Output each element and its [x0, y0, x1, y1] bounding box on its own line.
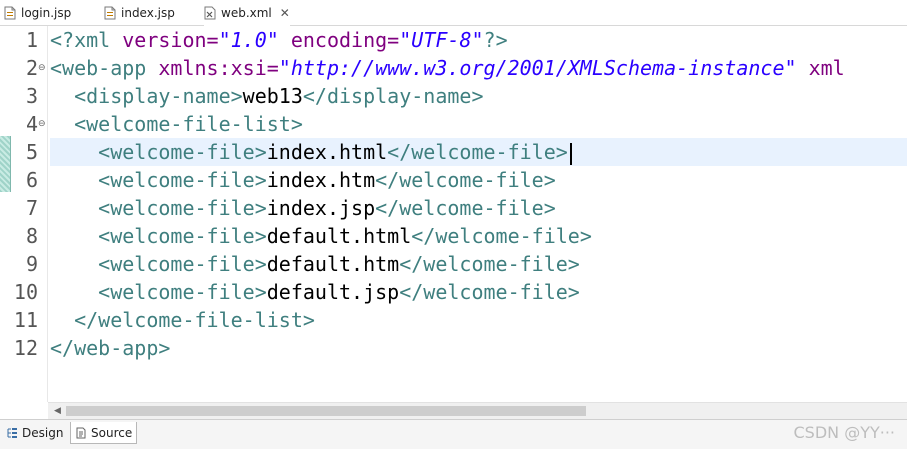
- code-token: "1.0": [218, 28, 279, 52]
- watermark: CSDN @YY···: [793, 423, 895, 442]
- tab-web-xml[interactable]: web.xml ✕: [204, 0, 290, 26]
- code-token: </welcome-file>: [375, 168, 556, 192]
- fold-toggle-icon[interactable]: ⊖: [38, 119, 46, 129]
- code-token: <welcome-file>: [50, 140, 267, 164]
- line-number: 3: [25, 84, 38, 108]
- code-line[interactable]: <web-app xmlns:xsi="http://www.w3.org/20…: [50, 54, 907, 82]
- code-line[interactable]: <welcome-file>index.htm</welcome-file>: [50, 166, 907, 194]
- code-token: "UTF-8": [399, 28, 484, 52]
- code-token: </welcome-file>: [399, 280, 580, 304]
- code-area[interactable]: <?xml version="1.0" encoding="UTF-8"?> <w…: [50, 26, 907, 402]
- tab-design[interactable]: Design: [2, 422, 67, 444]
- code-line[interactable]: </welcome-file-list>: [50, 306, 907, 334]
- code-line[interactable]: <welcome-file-list>: [50, 110, 907, 138]
- xml-source-editor[interactable]: 1 2 ⊖ 3 4 ⊖ 5 6 7 8 9 10 11 12 <?xml version="1.0" en…: [0, 26, 907, 402]
- line-number: 2: [25, 56, 38, 80]
- line-number: 4: [25, 112, 38, 136]
- tab-label: Source: [91, 425, 133, 440]
- code-token: xml: [74, 28, 111, 52]
- code-token: encoding=: [278, 28, 400, 52]
- line-number: 11: [13, 308, 38, 332]
- design-view-icon: [6, 427, 18, 439]
- close-icon[interactable]: ✕: [280, 6, 290, 20]
- code-token: <welcome-file>: [50, 224, 267, 248]
- code-token: index.jsp: [266, 196, 376, 220]
- tab-label: login.jsp: [21, 6, 72, 20]
- tab-label: index.jsp: [121, 6, 175, 20]
- code-line[interactable]: <welcome-file>default.htm</welcome-file>: [50, 250, 907, 278]
- editor-mode-tabs: Design Source CSDN @YY···: [0, 419, 907, 449]
- code-token: <display-name>: [50, 84, 243, 108]
- code-token: default.htm: [266, 252, 400, 276]
- line-number: 7: [25, 196, 38, 220]
- code-token: <web-app: [50, 56, 147, 80]
- code-line[interactable]: </web-app>: [50, 334, 907, 362]
- line-number: 6: [25, 168, 38, 192]
- code-line[interactable]: <display-name>web13</display-name>: [50, 82, 907, 110]
- code-token: </welcome-file>: [399, 252, 580, 276]
- code-token: </welcome-file>: [375, 196, 556, 220]
- code-token: default.html: [266, 224, 412, 248]
- jsp-file-icon: [104, 6, 116, 20]
- line-number: 10: [13, 280, 38, 304]
- editor-tab-bar: login.jsp index.jsp web.xml ✕: [0, 0, 907, 26]
- xml-file-icon: [204, 6, 216, 20]
- code-token: </welcome-file>: [411, 224, 592, 248]
- code-token: "http://www.w3.org/2001/XMLSchema-instan…: [278, 56, 797, 80]
- code-token: xml: [796, 56, 845, 80]
- code-line[interactable]: <welcome-file>default.html</welcome-file…: [50, 222, 907, 250]
- tab-label: web.xml: [221, 6, 272, 20]
- jsp-file-icon: [4, 6, 16, 20]
- code-line[interactable]: <?xml version="1.0" encoding="UTF-8"?>: [50, 26, 907, 54]
- code-token: <welcome-file>: [50, 196, 267, 220]
- fold-toggle-icon[interactable]: ⊖: [38, 63, 46, 73]
- code-token: </welcome-file-list>: [50, 308, 315, 332]
- tab-index-jsp[interactable]: index.jsp: [104, 0, 175, 26]
- code-token: <welcome-file-list>: [50, 112, 303, 136]
- source-view-icon: [75, 427, 87, 439]
- line-number: 12: [13, 336, 38, 360]
- code-token: ?>: [483, 28, 508, 52]
- code-token: </web-app>: [50, 336, 171, 360]
- code-token: index.html: [266, 140, 388, 164]
- code-token: <welcome-file>: [50, 252, 267, 276]
- code-line[interactable]: <welcome-file>index.jsp</welcome-file>: [50, 194, 907, 222]
- code-token: xmlns:xsi=: [146, 56, 279, 80]
- tab-login-jsp[interactable]: login.jsp: [4, 0, 71, 26]
- code-token: web13: [242, 84, 303, 108]
- scroll-left-icon[interactable]: ◀: [54, 406, 61, 416]
- code-line[interactable]: <welcome-file>index.html</welcome-file>: [50, 138, 907, 166]
- code-token: <welcome-file>: [50, 280, 267, 304]
- line-number: 9: [25, 252, 38, 276]
- code-token: index.htm: [266, 168, 376, 192]
- line-number: 8: [25, 224, 38, 248]
- line-number: 1: [25, 28, 38, 52]
- tab-label: Design: [22, 426, 64, 440]
- horizontal-scrollbar[interactable]: ◀: [48, 402, 907, 419]
- tab-source[interactable]: Source: [70, 422, 138, 444]
- code-token: </welcome-file>: [387, 140, 568, 164]
- line-number-gutter: 1 2 ⊖ 3 4 ⊖ 5 6 7 8 9 10 11 12: [12, 26, 48, 402]
- line-number: 5: [25, 140, 38, 164]
- code-token: <welcome-file>: [50, 168, 267, 192]
- code-token: <?: [50, 28, 75, 52]
- text-caret: [569, 142, 572, 165]
- scrollbar-thumb[interactable]: [66, 406, 586, 416]
- code-line[interactable]: <welcome-file>default.jsp</welcome-file>: [50, 278, 907, 306]
- code-token: default.jsp: [266, 280, 400, 304]
- code-token: </display-name>: [302, 84, 484, 108]
- code-token: version=: [110, 28, 219, 52]
